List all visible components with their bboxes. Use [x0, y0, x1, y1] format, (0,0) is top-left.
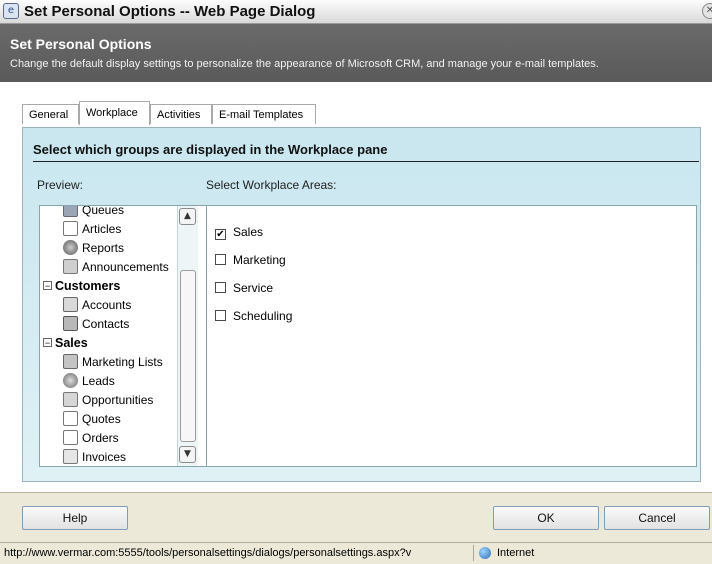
reports-icon	[63, 240, 78, 255]
tree-item-label: Contacts	[82, 317, 130, 331]
articles-icon	[63, 221, 78, 236]
dialog-title: Set Personal Options	[10, 36, 152, 52]
workplace-areas-list: ✔ Sales Marketing Service Scheduling	[206, 205, 697, 467]
tree-item-invoices[interactable]: Invoices	[63, 448, 126, 466]
internet-zone-icon	[479, 547, 491, 559]
opportunities-icon	[63, 392, 78, 407]
security-zone-label: Internet	[497, 547, 535, 559]
status-url: http://www.vermar.com:5555/tools/persona…	[4, 547, 412, 559]
area-scheduling-row[interactable]: Scheduling	[215, 307, 292, 325]
close-icon[interactable]: ✕	[702, 3, 712, 19]
window-title: Set Personal Options -- Web Page Dialog	[24, 3, 316, 20]
collapse-icon[interactable]: −	[43, 338, 52, 348]
tree-item-opportunities[interactable]: Opportunities	[63, 391, 153, 409]
tab-general[interactable]: General	[22, 104, 79, 124]
dialog-footer: Help OK Cancel	[0, 492, 712, 543]
area-label: Service	[233, 281, 274, 295]
area-sales-checkbox[interactable]: ✔	[215, 229, 226, 240]
tree-group-customers[interactable]: − Customers	[43, 277, 120, 295]
tree-item-contacts[interactable]: Contacts	[63, 315, 129, 333]
orders-icon	[63, 430, 78, 445]
scroll-up-icon[interactable]: ▲	[179, 208, 196, 225]
tree-item-label: Invoices	[82, 450, 127, 464]
scroll-down-icon[interactable]: ▼	[179, 446, 196, 463]
preview-label: Preview:	[37, 178, 84, 192]
window-titlebar: e Set Personal Options -- Web Page Dialo…	[0, 0, 712, 24]
area-label: Sales	[233, 225, 264, 239]
dialog-content: General Workplace Activities E-mail Temp…	[0, 82, 712, 492]
area-marketing-checkbox[interactable]	[215, 254, 226, 265]
preview-tree: Queues Articles Reports Announcements − C…	[39, 205, 221, 467]
cancel-button[interactable]: Cancel	[604, 506, 710, 530]
tree-item-label: Reports	[82, 241, 125, 255]
tree-item-announcements[interactable]: Announcements	[63, 258, 169, 276]
tree-item-label: Opportunities	[82, 393, 154, 407]
tree-item-label: Orders	[82, 431, 119, 445]
area-sales-row[interactable]: ✔ Sales	[215, 223, 263, 241]
tree-item-accounts[interactable]: Accounts	[63, 296, 131, 314]
area-marketing-row[interactable]: Marketing	[215, 251, 286, 269]
preview-scrollbar[interactable]: ▲ ▼	[177, 206, 198, 466]
accounts-icon	[63, 297, 78, 312]
tab-email-templates[interactable]: E-mail Templates	[212, 104, 316, 124]
status-bar: http://www.vermar.com:5555/tools/persona…	[0, 542, 712, 564]
leads-icon	[63, 373, 78, 388]
dialog-header: Set Personal Options Change the default …	[0, 24, 712, 82]
tree-item-articles[interactable]: Articles	[63, 220, 121, 238]
ie-page-icon: e	[3, 3, 19, 19]
tab-workplace[interactable]: Workplace	[79, 101, 150, 125]
queues-icon	[63, 206, 78, 217]
tree-group-sales[interactable]: − Sales	[43, 334, 88, 352]
ok-button[interactable]: OK	[493, 506, 599, 530]
area-scheduling-checkbox[interactable]	[215, 310, 226, 321]
tree-item-leads[interactable]: Leads	[63, 372, 115, 390]
invoices-icon	[63, 449, 78, 464]
tree-group-label: Customers	[55, 279, 121, 293]
areas-label: Select Workplace Areas:	[206, 178, 337, 192]
tree-item-label: Leads	[82, 374, 115, 388]
section-heading: Select which groups are displayed in the…	[33, 142, 388, 157]
area-label: Marketing	[233, 253, 286, 267]
section-divider	[33, 161, 699, 162]
tree-item-label: Quotes	[82, 412, 121, 426]
tree-item-queues[interactable]: Queues	[63, 205, 125, 219]
tree-item-label: Marketing Lists	[82, 355, 163, 369]
tree-item-label: Accounts	[82, 298, 132, 312]
announcements-icon	[63, 259, 78, 274]
tree-item-reports[interactable]: Reports	[63, 239, 124, 257]
area-label: Scheduling	[233, 309, 293, 323]
area-service-row[interactable]: Service	[215, 279, 273, 297]
tree-item-label: Articles	[82, 222, 122, 236]
area-service-checkbox[interactable]	[215, 282, 226, 293]
tab-activities[interactable]: Activities	[150, 104, 212, 124]
help-button[interactable]: Help	[22, 506, 128, 530]
collapse-icon[interactable]: −	[43, 281, 52, 291]
tree-item-orders[interactable]: Orders	[63, 429, 119, 447]
status-separator	[473, 545, 474, 561]
tree-item-label: Queues	[82, 205, 125, 217]
workplace-panel: Select which groups are displayed in the…	[22, 127, 701, 482]
contacts-icon	[63, 316, 78, 331]
dialog-description: Change the default display settings to p…	[10, 58, 599, 70]
quotes-icon	[63, 411, 78, 426]
scroll-thumb[interactable]	[180, 270, 196, 442]
tree-item-marketing-lists[interactable]: Marketing Lists	[63, 353, 163, 371]
tree-group-label: Sales	[55, 336, 88, 350]
tree-item-label: Announcements	[82, 260, 169, 274]
tree-item-quotes[interactable]: Quotes	[63, 410, 121, 428]
marketing-lists-icon	[63, 354, 78, 369]
